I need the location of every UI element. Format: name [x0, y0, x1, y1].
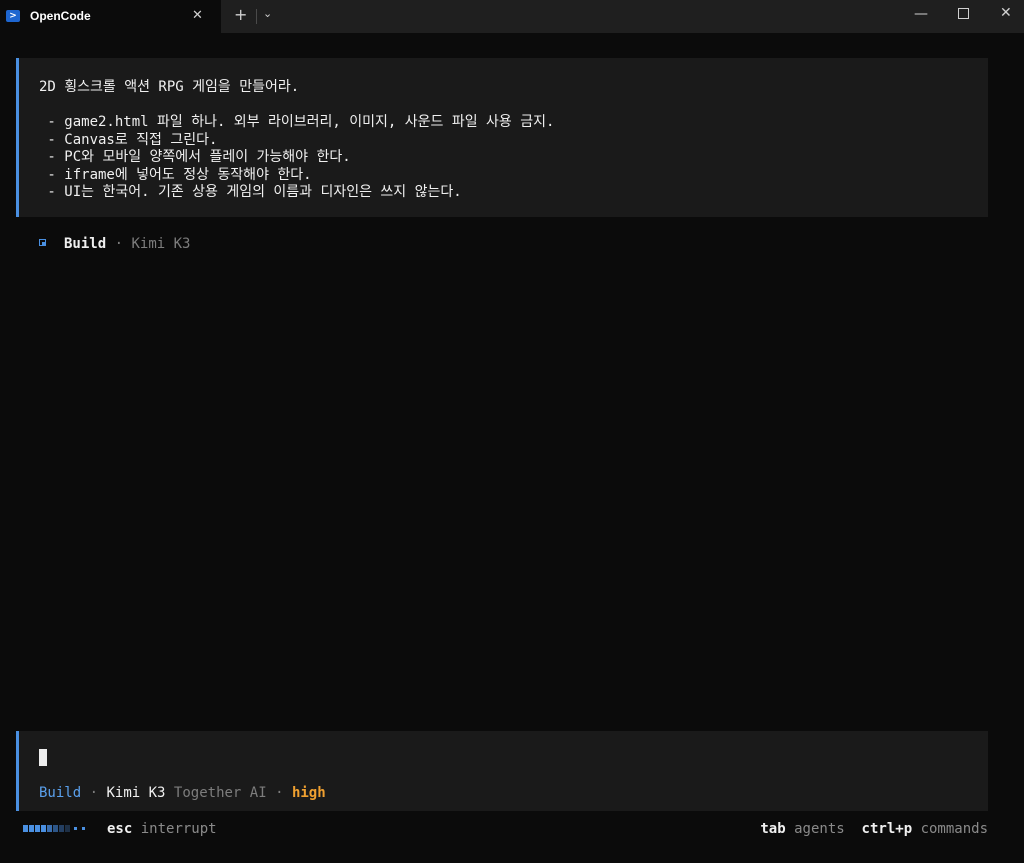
prompt-line: - game2.html 파일 하나. 외부 라이브러리, 이미지, 사운드 파…: [39, 114, 555, 130]
maximize-button[interactable]: [958, 8, 969, 19]
build-mode: Build: [64, 236, 107, 252]
input-status: Build · Kimi K3 Together AI · high: [39, 785, 326, 801]
reasoning-effort[interactable]: high: [292, 785, 326, 801]
close-tab-icon[interactable]: ✕: [192, 8, 203, 23]
tab-title: OpenCode: [30, 9, 91, 23]
separator-dot: ·: [114, 236, 124, 252]
separator-dot: ·: [89, 785, 99, 801]
shortcut-hints: tab agents ctrl+p commands: [760, 821, 988, 837]
separator-dot: ·: [275, 785, 284, 801]
prompt-input[interactable]: Build · Kimi K3 Together AI · high: [16, 731, 988, 811]
powershell-icon: >: [6, 10, 20, 22]
build-status-icon: [39, 239, 46, 246]
prompt-line: 2D 횡스크롤 액션 RPG 게임을 만들어라.: [39, 79, 300, 95]
build-model: Kimi K3: [131, 236, 191, 252]
chevron-down-icon[interactable]: ⌄: [263, 7, 272, 20]
close-window-button[interactable]: ✕: [1000, 5, 1012, 21]
interrupt-hint: esc interrupt: [107, 821, 217, 837]
interrupt-label: interrupt: [140, 821, 217, 837]
title-bar: > OpenCode ✕ + ⌄ — ✕: [0, 0, 1024, 33]
agent-mode[interactable]: Build: [39, 785, 81, 801]
prompt-line: - PC와 모바일 양쪽에서 플레이 가능해야 한다.: [39, 149, 351, 165]
tab-divider: [256, 9, 257, 24]
tab-opencode[interactable]: > OpenCode ✕: [0, 0, 221, 33]
text-cursor: [39, 749, 47, 766]
new-tab-button[interactable]: +: [234, 5, 247, 24]
build-status: Build · Kimi K3: [64, 236, 190, 252]
provider-name: Together AI: [173, 785, 267, 801]
tab-key: tab: [760, 821, 786, 837]
prompt-line: - UI는 한국어. 기존 상용 게임의 이름과 디자인은 쓰지 않는다.: [39, 184, 462, 200]
message-accent-bar: [16, 58, 19, 217]
commands-label: commands: [920, 821, 988, 837]
esc-key: esc: [107, 821, 133, 837]
user-message: 2D 횡스크롤 액션 RPG 게임을 만들어라. - game2.html 파일…: [16, 58, 988, 217]
input-accent-bar: [16, 731, 19, 811]
minimize-button[interactable]: —: [914, 6, 928, 22]
agents-label: agents: [794, 821, 845, 837]
model-name[interactable]: Kimi K3: [106, 785, 165, 801]
ctrl-p-key: ctrl+p: [861, 821, 913, 837]
